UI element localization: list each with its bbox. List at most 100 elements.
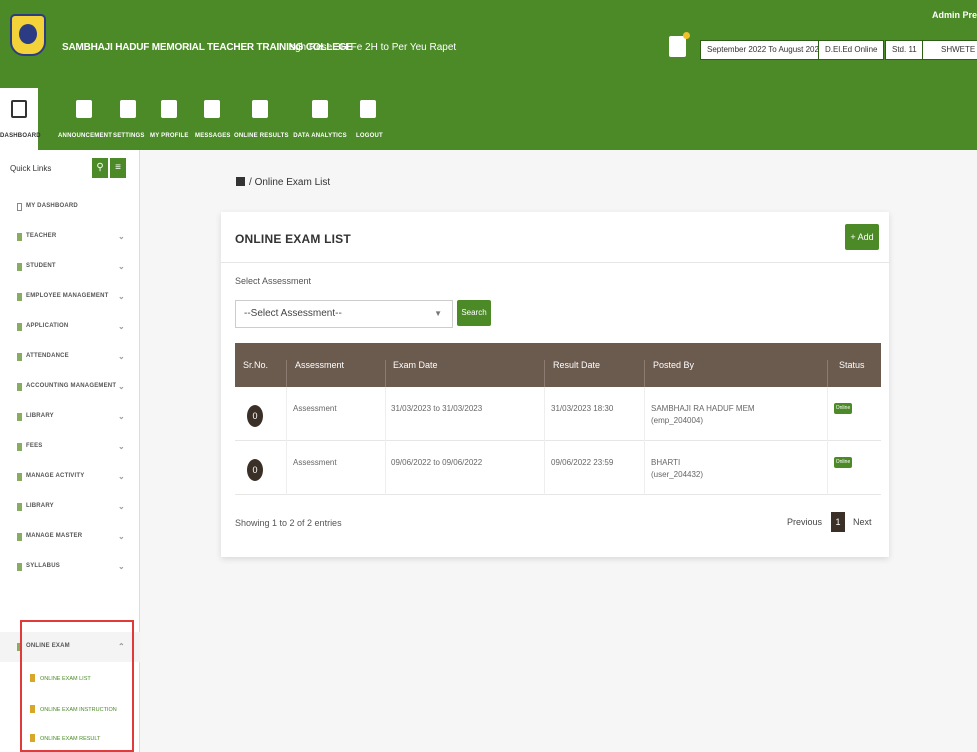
chevron-down-icon: ▼ <box>434 309 442 318</box>
thumbs-up-icon <box>312 100 328 118</box>
col-exam-date[interactable]: Exam Date <box>393 360 438 370</box>
megaphone-icon <box>76 100 92 118</box>
user-name[interactable]: Admin Pre <box>932 10 977 20</box>
quick-links-label: Quick Links <box>10 164 52 173</box>
chevron-down-icon: ⌄ <box>118 292 125 301</box>
sidebar-item-student[interactable]: STUDENT ⌄ <box>0 252 140 282</box>
col-status[interactable]: Status <box>839 360 865 370</box>
assessment-select[interactable]: --Select Assessment-- ▼ <box>235 300 453 328</box>
status-badge: Online <box>834 457 852 468</box>
college-logo <box>10 14 46 56</box>
sidebar-item-library-2[interactable]: LIBRARY ⌄ <box>0 492 140 522</box>
result-date-cell: 09/06/2022 23:59 <box>551 458 614 467</box>
col-assessment[interactable]: Assessment <box>295 360 344 370</box>
document-icon <box>17 563 22 571</box>
entries-info: Showing 1 to 2 of 2 entries <box>235 518 342 528</box>
user-icon <box>17 263 22 271</box>
sidebar-item-my-dashboard[interactable]: MY DASHBOARD <box>0 192 140 222</box>
table-row: 0 Assessment 09/06/2022 to 09/06/2022 09… <box>235 441 881 495</box>
chevron-down-icon: ⌄ <box>118 532 125 541</box>
sidebar-item-fees[interactable]: FEES ⌄ <box>0 432 140 462</box>
avatar: 0 <box>247 459 263 481</box>
chevron-down-icon: ⌄ <box>118 502 125 511</box>
page-title: ONLINE EXAM LIST <box>235 232 351 246</box>
col-result-date[interactable]: Result Date <box>553 360 600 370</box>
next-button[interactable]: Next <box>853 512 872 532</box>
home-icon[interactable] <box>236 177 245 186</box>
list-icon <box>17 533 22 541</box>
logout-icon <box>360 100 376 118</box>
top-header: SAMBHAJI HADUF MEMORIAL TEACHER TRAINING… <box>0 0 977 88</box>
posted-by-cell: BHARTI (user_204432) <box>651 458 704 479</box>
assessment-cell: Assessment <box>293 404 337 413</box>
monitor-icon <box>11 100 27 118</box>
session-button[interactable]: September 2022 To August 2023 <box>700 40 831 60</box>
book-icon <box>17 413 22 421</box>
nav-my-profile[interactable]: MY PROFILE <box>150 88 188 150</box>
user-icon <box>161 100 177 118</box>
nav-settings[interactable]: SETTINGS <box>113 88 144 150</box>
status-badge: Online <box>834 403 852 414</box>
breadcrumb: / Online Exam List <box>236 177 330 188</box>
chevron-down-icon: ⌄ <box>118 232 125 241</box>
nav-dashboard[interactable]: DASHBOARD <box>0 88 41 150</box>
sidebar-item-employee-management[interactable]: EMPLOYEE MANAGEMENT ⌄ <box>0 282 140 312</box>
monitor-icon <box>17 203 22 211</box>
activity-icon <box>17 473 22 481</box>
exam-date-cell: 31/03/2023 to 31/03/2023 <box>391 404 483 413</box>
avatar: 0 <box>247 405 263 427</box>
search-icon[interactable]: ⚲ <box>92 158 108 178</box>
document-icon <box>17 323 22 331</box>
sidebar-item-manage-activity[interactable]: MANAGE ACTIVITY ⌄ <box>0 462 140 492</box>
money-icon <box>17 443 22 451</box>
sidebar-item-manage-master[interactable]: MANAGE MASTER ⌄ <box>0 522 140 552</box>
sidebar-item-attendance[interactable]: ATTENDANCE ⌄ <box>0 342 140 372</box>
result-date-cell: 31/03/2023 18:30 <box>551 404 614 413</box>
table-row: 0 Assessment 31/03/2023 to 31/03/2023 31… <box>235 387 881 441</box>
exam-date-cell: 09/06/2022 to 09/06/2022 <box>391 458 483 467</box>
book-icon <box>17 503 22 511</box>
status-button[interactable]: D.El.Ed Online <box>818 40 885 60</box>
nav-logout[interactable]: LOGOUT <box>356 88 383 150</box>
class-button[interactable]: Std. 11 <box>885 40 924 60</box>
highlight-box <box>20 620 134 752</box>
chevron-down-icon: ⌄ <box>118 442 125 451</box>
breadcrumb-current: Online Exam List <box>254 177 331 188</box>
divider <box>221 262 889 263</box>
promo-text: sgh Rese 3H Fe 2H to Per Yeu Rapet <box>290 42 457 53</box>
menu-icon[interactable]: ≡ <box>110 158 126 178</box>
sidebar-item-syllabus[interactable]: SYLLABUS ⌄ <box>0 552 140 582</box>
page-1-button[interactable]: 1 <box>831 512 845 532</box>
envelope-icon <box>204 100 220 118</box>
sidebar-item-application[interactable]: APPLICATION ⌄ <box>0 312 140 342</box>
sidebar-item-teacher[interactable]: TEACHER ⌄ <box>0 222 140 252</box>
chevron-down-icon: ⌄ <box>118 382 125 391</box>
user-icon <box>17 233 22 241</box>
posted-by-cell: SAMBHAJI RA HADUF MEM (emp_204004) <box>651 404 755 425</box>
nav-messages[interactable]: MESSAGES <box>195 88 230 150</box>
assessment-select-value: --Select Assessment-- <box>244 308 342 319</box>
calculator-icon <box>17 383 22 391</box>
col-posted-by[interactable]: Posted By <box>653 360 694 370</box>
users-icon <box>17 293 22 301</box>
grid-icon <box>252 100 268 118</box>
gear-icon <box>120 100 136 118</box>
select-assessment-label: Select Assessment <box>235 276 312 286</box>
nav-data-analytics[interactable]: DATA ANALYTICS <box>292 88 348 150</box>
chevron-down-icon: ⌄ <box>118 412 125 421</box>
sidebar-item-accounting-management[interactable]: ACCOUNTING MANAGEMENT ⌄ <box>0 372 140 402</box>
notification-icon[interactable] <box>669 32 690 57</box>
chevron-down-icon: ⌄ <box>118 562 125 571</box>
sidebar-item-library[interactable]: LIBRARY ⌄ <box>0 402 140 432</box>
table-header: Sr.No. Assessment Exam Date Result Date … <box>235 343 881 404</box>
chevron-down-icon: ⌄ <box>118 262 125 271</box>
main-nav: DASHBOARD ANNOUNCEMENT SETTINGS MY PROFI… <box>0 88 977 150</box>
previous-button[interactable]: Previous <box>787 512 822 532</box>
assessment-cell: Assessment <box>293 458 337 467</box>
nav-announcement[interactable]: ANNOUNCEMENT <box>58 88 112 150</box>
nav-online-results[interactable]: ONLINE RESULTS <box>234 88 289 150</box>
add-button[interactable]: + Add <box>845 224 879 250</box>
user-button[interactable]: SHWETE <box>922 40 977 60</box>
col-sr-no[interactable]: Sr.No. <box>243 360 268 370</box>
search-button[interactable]: Search <box>457 300 491 326</box>
